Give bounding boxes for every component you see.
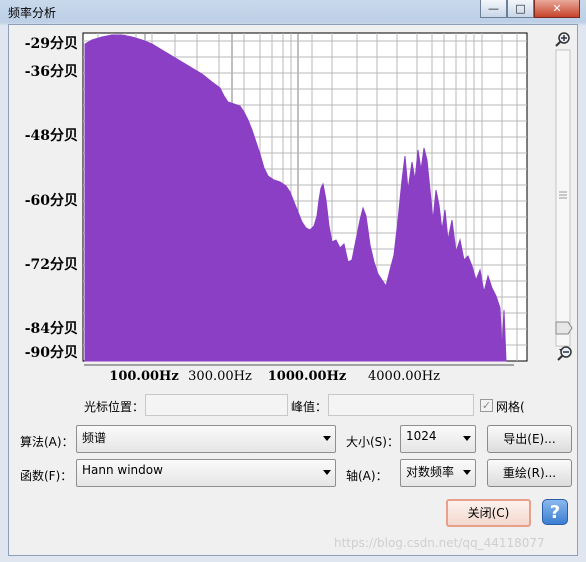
y-tick-label: -72分贝: [25, 257, 78, 273]
replot-button[interactable]: 重绘(R)...: [487, 459, 572, 487]
x-tick-label: 1000.00Hz: [268, 369, 346, 384]
axis-value: 对数频率: [406, 465, 455, 479]
maximize-button[interactable]: □: [507, 0, 534, 18]
cursor-position-label: 光标位置：: [84, 400, 145, 414]
x-tick-label: 100.00Hz: [109, 369, 178, 384]
x-axis: 100.00Hz 300.00Hz 1000.00Hz 4000.00Hz: [84, 364, 514, 384]
size-value: 1024: [406, 429, 437, 443]
y-axis-ticks: -29分贝 -36分贝 -48分贝 -60分贝 -72分贝 -84分贝 -90分…: [25, 36, 78, 361]
chevron-down-icon: [463, 436, 471, 441]
function-label: 函数(F)：: [20, 469, 73, 483]
grid-checkbox[interactable]: ✓: [480, 399, 493, 412]
x-tick-label: 4000.00Hz: [368, 369, 440, 384]
function-value: Hann window: [82, 463, 163, 477]
zoom-out-icon[interactable]: [556, 344, 576, 364]
help-icon[interactable]: ?: [542, 499, 568, 525]
spectrum-plot-svg: -29分贝 -36分贝 -48分贝 -60分贝 -72分贝 -84分贝 -90分…: [25, 32, 528, 362]
export-button[interactable]: 导出(E)...: [487, 425, 572, 453]
size-select[interactable]: 1024: [400, 425, 476, 453]
function-select[interactable]: Hann window: [76, 459, 336, 487]
cursor-position-field: [145, 394, 288, 416]
chevron-down-icon: [323, 470, 331, 475]
axis-label: 轴(A)：: [346, 469, 388, 483]
minimize-button[interactable]: —: [480, 0, 507, 18]
chevron-down-icon: [463, 470, 471, 475]
title-bar[interactable]: 频率分析 — □ ✕: [0, 0, 586, 24]
size-label: 大小(S)：: [346, 435, 399, 449]
vertical-zoom-bar: [552, 30, 578, 364]
zoom-in-icon[interactable]: [555, 32, 570, 47]
algorithm-value: 频谱: [82, 431, 107, 445]
grid-checkbox-label: 网格(: [496, 400, 525, 414]
close-button[interactable]: 关闭(C): [446, 499, 531, 527]
axis-select[interactable]: 对数频率: [400, 459, 476, 487]
y-tick-label: -29分贝: [25, 36, 78, 52]
zoom-slider-thumb[interactable]: [555, 321, 573, 335]
y-tick-label: -48分贝: [25, 128, 78, 144]
y-tick-label: -90分贝: [25, 345, 78, 361]
watermark-text: https://blog.csdn.net/qq_44118077: [334, 536, 545, 550]
y-tick-label: -36分贝: [25, 64, 78, 80]
x-tick-label: 300.00Hz: [188, 369, 252, 384]
spectrum-plot[interactable]: -29分贝 -36分贝 -48分贝 -60分贝 -72分贝 -84分贝 -90分…: [12, 30, 530, 364]
peak-field: [328, 394, 474, 416]
window-title: 频率分析: [8, 6, 57, 20]
zoom-controls: [555, 32, 573, 354]
chevron-down-icon: [323, 436, 331, 441]
y-tick-label: -84分贝: [25, 321, 78, 337]
y-tick-label: -60分贝: [25, 193, 78, 209]
algorithm-label: 算法(A)：: [20, 435, 74, 449]
peak-label: 峰值：: [291, 400, 328, 414]
frequency-analysis-window: 频率分析 — □ ✕ -29分贝 -36分贝 -48分贝 -60分贝 -72分贝…: [0, 0, 586, 562]
algorithm-select[interactable]: 频谱: [76, 425, 336, 453]
close-window-button[interactable]: ✕: [534, 0, 580, 18]
